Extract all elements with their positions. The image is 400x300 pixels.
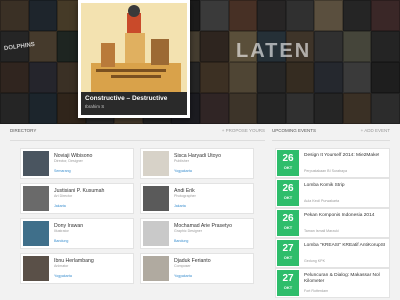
directory-card[interactable]: Dony Irawan Illustrator Bandung	[20, 218, 134, 249]
person-city[interactable]: Jakarta	[174, 204, 186, 208]
event-date-badge: 26 OKT	[277, 210, 299, 236]
avatar	[143, 151, 169, 176]
directory-divider	[10, 140, 265, 141]
avatar	[143, 256, 169, 281]
featured-artwork-card[interactable]: Constructive – Destructive Ibrahim S	[78, 0, 190, 118]
propose-yours-link[interactable]: + PROPOSE YOURS	[222, 128, 265, 133]
events-divider	[272, 140, 390, 141]
event-date-badge: 26 OKT	[277, 150, 299, 176]
event-venue: Perpustakaan BI Surabaya	[304, 169, 347, 173]
directory-card[interactable]: Noviaji Wibisono Director, Designer Sema…	[20, 148, 134, 179]
featured-title[interactable]: Constructive – Destructive	[85, 94, 183, 103]
directory-card[interactable]: Justisiani P. Kusumah Art Director Jakar…	[20, 183, 134, 214]
hero-gallery: DOLPHINS LATEN Constructive – Destructiv…	[0, 0, 400, 124]
directory-card[interactable]: Andi Erik Photographer Jakarta	[140, 183, 254, 214]
person-role: Graphic Designer	[174, 229, 202, 233]
event-item[interactable]: 27 OKT Peluncuran & Dialog: Makassar Nol…	[275, 268, 390, 298]
gallery-text-laten: LATEN	[236, 40, 312, 62]
event-month: OKT	[283, 195, 293, 200]
event-day: 26	[282, 183, 294, 194]
avatar	[23, 256, 49, 281]
avatar	[23, 221, 49, 246]
person-role: Illustrator	[54, 229, 69, 233]
person-city[interactable]: Bandung	[174, 239, 188, 243]
event-date-badge: 27 OKT	[277, 240, 299, 266]
person-role: Director, Designer	[54, 159, 83, 163]
directory-card[interactable]: Djaduk Ferianto Composer Yogyakarta	[140, 253, 254, 284]
event-month: OKT	[283, 225, 293, 230]
event-item[interactable]: 26 OKT Design It Yourself 2014: Mie2Make…	[275, 148, 390, 178]
person-city[interactable]: Yogyakarta	[174, 274, 192, 278]
event-item[interactable]: 27 OKT Lomba "KREASI" KREatif AntiKorupS…	[275, 238, 390, 268]
person-role: Art Director	[54, 194, 73, 198]
person-city[interactable]: Jakarta	[54, 204, 66, 208]
event-title: Peluncuran & Dialog: Makassar Nol Kilome…	[304, 273, 380, 284]
event-venue: Aula Kecil Purwakarta	[304, 199, 340, 203]
event-title: Lomba Komik Strip	[304, 183, 345, 188]
event-venue: Gedung KPK	[304, 259, 325, 263]
person-city[interactable]: Bandung	[54, 239, 68, 243]
event-month: OKT	[283, 165, 293, 170]
event-date-badge: 27 OKT	[277, 270, 299, 296]
event-venue: Taman Ismail Marzuki	[304, 229, 339, 233]
event-month: OKT	[283, 255, 293, 260]
person-role: Animator	[54, 264, 69, 268]
event-title: Design It Yourself 2014: Mie2Make!	[304, 153, 380, 158]
event-item[interactable]: 26 OKT Pekan Komponis Indonesia 2014 Tam…	[275, 208, 390, 238]
featured-caption: Constructive – Destructive Ibrahim S	[81, 92, 187, 115]
event-venue: Fort Rotterdam	[304, 289, 329, 293]
event-item[interactable]: 26 OKT Lomba Komik Strip Aula Kecil Purw…	[275, 178, 390, 208]
event-date-badge: 26 OKT	[277, 180, 299, 206]
avatar	[143, 186, 169, 211]
person-role: Publisher	[174, 159, 189, 163]
event-month: OKT	[283, 285, 293, 290]
avatar	[23, 186, 49, 211]
events-title: UPCOMING EVENTS	[272, 128, 317, 133]
event-title: Pekan Komponis Indonesia 2014	[304, 213, 375, 218]
avatar	[23, 151, 49, 176]
person-role: Photographer	[174, 194, 196, 198]
directory-card[interactable]: Mochamad Arie Prasetyo Graphic Designer …	[140, 218, 254, 249]
directory-title: DIRECTORY	[10, 128, 37, 133]
directory-header: DIRECTORY + PROPOSE YOURS	[10, 128, 265, 138]
directory-card[interactable]: Ibnu Herlambang Animator Yogyakarta	[20, 253, 134, 284]
event-day: 26	[282, 153, 294, 164]
featured-author[interactable]: Ibrahim S	[85, 103, 183, 110]
avatar	[143, 221, 169, 246]
gallery-overlay	[0, 0, 400, 124]
person-role: Composer	[174, 264, 191, 268]
featured-artwork-image	[81, 3, 187, 92]
person-city[interactable]: Yogyakarta	[174, 169, 192, 173]
person-city[interactable]: Yogyakarta	[54, 274, 72, 278]
add-event-link[interactable]: + ADD EVENT	[361, 128, 390, 133]
event-day: 26	[282, 213, 294, 224]
event-title: Lomba "KREASI" KREatif AntiKorupSI	[304, 243, 386, 248]
event-day: 27	[282, 273, 294, 284]
person-city[interactable]: Semarang	[54, 169, 71, 173]
event-day: 27	[282, 243, 294, 254]
events-header: UPCOMING EVENTS + ADD EVENT	[272, 128, 390, 138]
directory-card[interactable]: Sisca Haryadi Utoyo Publisher Yogyakarta	[140, 148, 254, 179]
